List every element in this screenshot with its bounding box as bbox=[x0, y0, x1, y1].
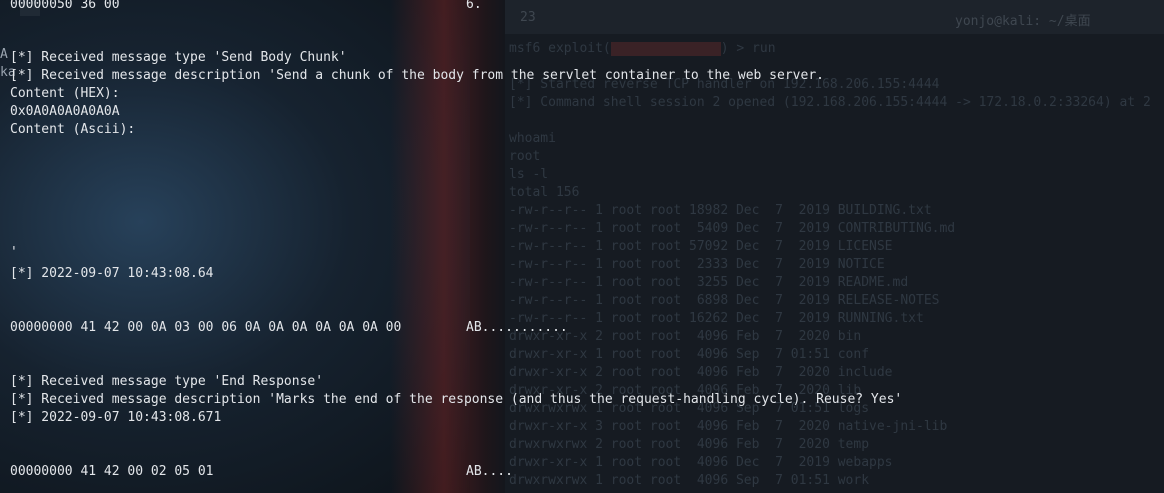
message-type-line: [*] Received message type 'Send Body Chu… bbox=[10, 50, 347, 65]
hex-dump-line: 00000000 41 42 00 0A 03 00 06 0A 0A 0A 0… bbox=[10, 320, 402, 335]
background-line: drwxr-xr-x 1 root root 4096 Dec 7 2019 w… bbox=[509, 455, 893, 470]
background-line: drwxrwxrwx 2 root root 4096 Feb 7 2020 t… bbox=[509, 437, 870, 452]
content-ascii-end-quote: ' bbox=[10, 245, 18, 260]
hex-dump-line: 00000050 36 00 bbox=[10, 0, 120, 12]
timestamp-line: [*] 2022-09-07 10:43:08.64 bbox=[10, 266, 214, 281]
hex-dump-ascii: 6. bbox=[466, 0, 482, 12]
hex-dump-line: 00000000 41 42 00 02 05 01 bbox=[10, 464, 214, 479]
timestamp-line: [*] 2022-09-07 10:43:08.671 bbox=[10, 410, 222, 425]
content-hex-label: Content (HEX): bbox=[10, 86, 120, 101]
message-description-line: [*] Received message description 'Send a… bbox=[10, 68, 824, 83]
content-ascii-label: Content (Ascii): bbox=[10, 122, 136, 137]
message-type-line: [*] Received message type 'End Response' bbox=[10, 374, 324, 389]
terminal-output: 00000050 36 00 6. [*] Received message t… bbox=[10, 0, 1160, 479]
hex-dump-ascii: AB........... bbox=[466, 320, 568, 335]
background-line: drwxrwxrwx 1 root root 4096 Sep 7 01:51 … bbox=[509, 473, 870, 488]
message-description-line: [*] Received message description 'Marks … bbox=[10, 392, 903, 407]
background-line: drwxr-xr-x 3 root root 4096 Feb 7 2020 n… bbox=[509, 419, 948, 434]
hex-dump-ascii: AB.... bbox=[466, 464, 513, 479]
content-hex-value: 0x0A0A0A0A0A0A bbox=[10, 104, 120, 119]
